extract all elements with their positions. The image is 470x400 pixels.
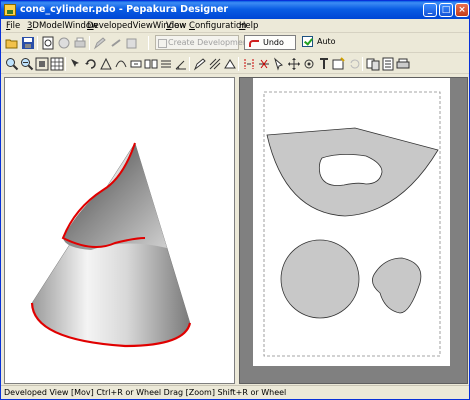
undo-small-icon[interactable] (347, 57, 361, 71)
page-settings-icon[interactable] (381, 57, 395, 71)
zoom-icon[interactable] (5, 57, 19, 71)
maximize-button[interactable]: □ (439, 3, 453, 17)
create-development-button[interactable]: Create Development (155, 35, 251, 50)
cylinder-base-part[interactable] (280, 239, 360, 319)
menu-configuration[interactable]: Configuration (189, 21, 247, 31)
menu-view[interactable]: View (166, 21, 186, 31)
developed-view[interactable] (239, 77, 468, 384)
printer-icon[interactable] (396, 57, 410, 71)
text-icon[interactable] (317, 57, 331, 71)
status-bar: Developed View [Mov] Ctrl+R or Wheel Dra… (1, 385, 469, 399)
save-icon[interactable] (21, 36, 35, 50)
app-window: cone_cylinder.pdo - Pepakura Designer _ … (0, 0, 470, 400)
paper-sheet (253, 78, 450, 366)
rotate-icon[interactable] (84, 57, 98, 71)
fit-view-icon[interactable] (35, 57, 49, 71)
cone-model[interactable] (30, 142, 192, 348)
zoom-out-icon[interactable] (20, 57, 34, 71)
3d-model-view[interactable] (4, 77, 235, 384)
open-folder-icon[interactable] (5, 36, 19, 50)
unfold-icon[interactable] (125, 36, 139, 50)
title-bar[interactable]: cone_cylinder.pdo - Pepakura Designer _ … (1, 1, 469, 19)
draw-icon[interactable] (193, 57, 207, 71)
split-icon[interactable] (144, 57, 158, 71)
menu-help[interactable]: Help (239, 21, 258, 31)
arrange-icon[interactable] (159, 57, 173, 71)
select-icon[interactable] (272, 57, 286, 71)
fold-line-icon[interactable] (242, 57, 256, 71)
close-button[interactable]: × (455, 3, 469, 17)
link-icon[interactable] (109, 36, 123, 50)
join-icon[interactable] (99, 57, 113, 71)
cut-line-icon[interactable] (257, 57, 271, 71)
menu-file[interactable]: File (6, 21, 20, 31)
undo-button[interactable]: Undo (244, 35, 296, 50)
move-part-icon[interactable] (287, 57, 301, 71)
menu-bar: File 3DModelWindow DevelopedViewWindow V… (1, 19, 469, 33)
auto-checkbox[interactable] (302, 36, 313, 47)
window-title: cone_cylinder.pdo - Pepakura Designer (20, 4, 229, 15)
print-preview-icon[interactable] (41, 36, 55, 50)
rotate-part-icon[interactable] (302, 57, 316, 71)
angle-icon[interactable] (174, 57, 188, 71)
image-icon[interactable] (332, 57, 346, 71)
status-text: Developed View [Mov] Ctrl+R or Wheel Dra… (4, 388, 287, 397)
flap-icon[interactable] (129, 57, 143, 71)
pencil-icon[interactable] (93, 36, 107, 50)
move-cursor-icon[interactable] (69, 57, 83, 71)
print-icon[interactable] (73, 36, 87, 50)
toolbar-tools (1, 54, 469, 74)
toolbar-main: Create Development Undo Auto (1, 33, 469, 53)
minimize-button[interactable]: _ (423, 3, 437, 17)
mountain-icon[interactable] (223, 57, 237, 71)
grid-icon[interactable] (50, 57, 64, 71)
pepakura-app-icon[interactable] (4, 4, 16, 16)
hatch-icon[interactable] (208, 57, 222, 71)
auto-label: Auto (317, 37, 336, 46)
page-layout-icon[interactable] (366, 57, 380, 71)
print-setup-icon[interactable] (57, 36, 71, 50)
edge-icon[interactable] (114, 57, 128, 71)
